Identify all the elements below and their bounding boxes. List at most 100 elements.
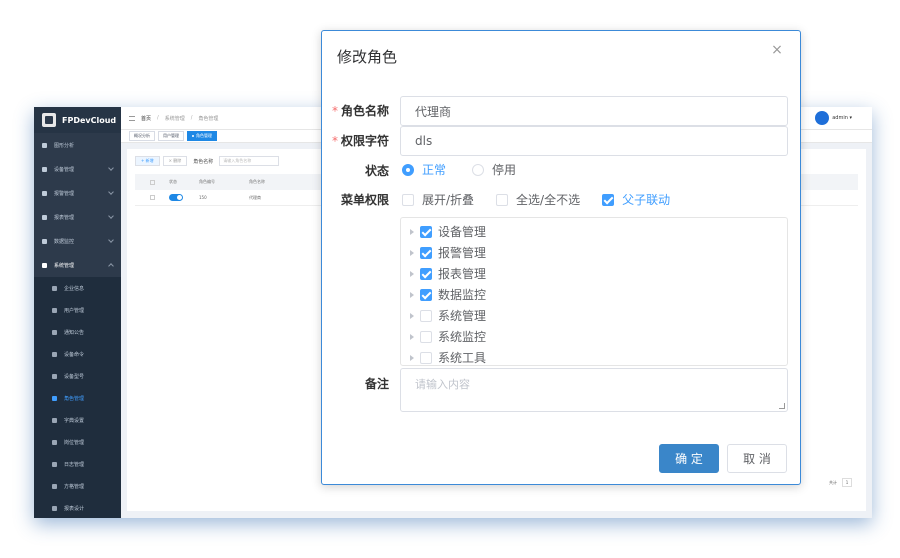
breadcrumb-separator: / bbox=[190, 115, 193, 121]
confirm-button[interactable]: 确 定 bbox=[659, 444, 719, 473]
caret-right-icon[interactable] bbox=[410, 291, 414, 298]
device-icon bbox=[42, 166, 47, 172]
sidebar-item-device[interactable]: 设备管理 bbox=[34, 157, 121, 181]
sidebar-subitem-report-design[interactable]: 报表设计 bbox=[34, 497, 121, 518]
row-checkbox[interactable] bbox=[135, 195, 169, 200]
delete-button[interactable]: × 删除 bbox=[162, 156, 188, 166]
tree-node-label: 系统管理 bbox=[438, 309, 487, 323]
caret-right-icon[interactable] bbox=[410, 249, 414, 256]
checkbox-checked-icon[interactable] bbox=[420, 288, 432, 301]
tree-node[interactable]: 系统管理 bbox=[401, 305, 787, 326]
logo-icon bbox=[42, 113, 56, 127]
select-all-checkbox[interactable] bbox=[135, 179, 169, 185]
sidebar-item-report[interactable]: 报表管理 bbox=[34, 205, 121, 229]
sidebar-subitem-command[interactable]: 设备命令 bbox=[34, 343, 121, 365]
tree-node-label: 报表管理 bbox=[438, 267, 487, 281]
search-input[interactable]: 请输入角色名称 bbox=[219, 156, 280, 166]
checkbox-checked-icon[interactable] bbox=[420, 267, 432, 280]
sidebar-item-label: 报表设计 bbox=[64, 505, 85, 512]
remark-textarea[interactable]: 请输入内容 bbox=[400, 368, 788, 412]
tree-node-label: 系统工具 bbox=[438, 351, 487, 365]
role-name-input[interactable]: 代理商 bbox=[400, 96, 788, 126]
tree-node[interactable]: 设备管理 bbox=[401, 221, 787, 242]
menu-toggle-icon[interactable] bbox=[129, 115, 135, 121]
tag-overview[interactable]: 概况分析 bbox=[129, 131, 155, 141]
tree-node[interactable]: 数据监控 bbox=[401, 284, 787, 305]
logo-text: FPDevCloud bbox=[62, 115, 117, 125]
log-icon bbox=[52, 461, 57, 467]
status-toggle[interactable] bbox=[169, 194, 183, 201]
dialog-title: 修改角色 bbox=[337, 48, 398, 66]
chevron-up-icon bbox=[108, 263, 114, 269]
sidebar-subitem-model[interactable]: 设备型号 bbox=[34, 365, 121, 387]
sidebar-subitem-log[interactable]: 日志管理 bbox=[34, 453, 121, 475]
tree-node[interactable]: 系统工具 bbox=[401, 347, 787, 368]
breadcrumb-page: 角色管理 bbox=[198, 115, 219, 122]
pager-page-input[interactable]: 1 bbox=[842, 478, 852, 487]
sidebar-item-monitor[interactable]: 数据监控 bbox=[34, 229, 121, 253]
breadcrumb-home[interactable]: 首页 bbox=[141, 115, 151, 122]
sidebar-item-label: 报警管理 bbox=[54, 190, 75, 197]
sidebar-item-label: 报表管理 bbox=[54, 214, 75, 221]
tree-node[interactable]: 系统监控 bbox=[401, 326, 787, 347]
checkbox-unchecked-icon[interactable] bbox=[420, 351, 432, 364]
column-status: 状态 bbox=[169, 179, 177, 184]
sidebar-item-label: 日志管理 bbox=[64, 461, 85, 468]
role-name-label: * 角色名称 bbox=[331, 104, 389, 118]
tag-roles[interactable]: 角色管理 bbox=[187, 131, 217, 141]
close-icon[interactable]: × bbox=[770, 43, 784, 57]
sidebar-item-system[interactable]: 系统管理 bbox=[34, 253, 121, 277]
tree-node[interactable]: 报表管理 bbox=[401, 263, 787, 284]
tree-node-label: 设备管理 bbox=[438, 225, 487, 239]
sidebar-subitem-roles[interactable]: 角色管理 bbox=[34, 387, 121, 409]
checkbox-checked-icon[interactable] bbox=[420, 246, 432, 259]
sidebar-subitem-grid[interactable]: 方格管理 bbox=[34, 475, 121, 497]
cancel-button[interactable]: 取 消 bbox=[727, 444, 787, 473]
logo: FPDevCloud bbox=[34, 107, 121, 133]
sidebar-item-graph-analysis[interactable]: 图形分析 bbox=[34, 133, 121, 157]
tree-node[interactable]: 报警管理 bbox=[401, 242, 787, 263]
sidebar-item-alarm[interactable]: 报警管理 bbox=[34, 181, 121, 205]
active-dot-icon bbox=[192, 135, 194, 137]
sidebar-subitem-notice[interactable]: 通知公告 bbox=[34, 321, 121, 343]
select-all-checkbox[interactable]: 全选/全不选 bbox=[496, 191, 580, 208]
user-menu[interactable]: admin ▾ bbox=[815, 111, 852, 125]
menu-perm-label: 菜单权限 bbox=[340, 193, 389, 207]
caret-right-icon[interactable] bbox=[410, 312, 414, 319]
tree-node-label: 报警管理 bbox=[438, 246, 487, 260]
checkbox-checked-icon[interactable] bbox=[420, 225, 432, 238]
tag-label: 角色管理 bbox=[196, 133, 212, 138]
role-icon bbox=[52, 395, 57, 401]
add-button[interactable]: + 新增 bbox=[135, 156, 160, 166]
perm-char-label: * 权限字符 bbox=[331, 134, 389, 148]
avatar bbox=[815, 111, 830, 125]
sidebar-subitem-dict[interactable]: 字典设置 bbox=[34, 409, 121, 431]
column-role-name: 角色名称 bbox=[249, 179, 265, 184]
sidebar-subitem-company[interactable]: 企业信息 bbox=[34, 277, 121, 299]
caret-right-icon[interactable] bbox=[410, 228, 414, 235]
chevron-down-icon bbox=[108, 165, 114, 171]
checkbox-unchecked-icon[interactable] bbox=[420, 330, 432, 343]
caret-right-icon[interactable] bbox=[410, 354, 414, 361]
checkbox-unchecked-icon[interactable] bbox=[420, 309, 432, 322]
parent-child-linkage-checkbox[interactable]: 父子联动 bbox=[602, 191, 670, 208]
caret-right-icon[interactable] bbox=[410, 333, 414, 340]
sidebar-item-label: 设备命令 bbox=[64, 351, 85, 358]
status-radio-normal[interactable]: 正常 bbox=[402, 161, 446, 178]
menu-options: 展开/折叠 全选/全不选 父子联动 bbox=[402, 191, 670, 208]
remark-label: 备注 bbox=[364, 377, 389, 391]
caret-right-icon[interactable] bbox=[410, 270, 414, 277]
status-radio-disabled[interactable]: 停用 bbox=[472, 161, 516, 178]
sidebar-subitem-post[interactable]: 岗位管理 bbox=[34, 431, 121, 453]
sidebar-item-label: 角色管理 bbox=[64, 395, 85, 402]
sidebar-item-label: 用户管理 bbox=[64, 307, 85, 314]
sidebar-subitem-users[interactable]: 用户管理 bbox=[34, 299, 121, 321]
search-label: 角色名称 bbox=[193, 158, 214, 165]
expand-collapse-checkbox[interactable]: 展开/折叠 bbox=[402, 191, 474, 208]
checkbox-label: 全选/全不选 bbox=[516, 193, 581, 207]
tag-users[interactable]: 用户管理 bbox=[158, 131, 184, 141]
perm-char-input[interactable]: dls bbox=[400, 126, 788, 156]
design-icon bbox=[52, 505, 57, 511]
pagination: 共计 1 bbox=[829, 478, 852, 487]
resize-handle-icon[interactable] bbox=[779, 403, 785, 409]
